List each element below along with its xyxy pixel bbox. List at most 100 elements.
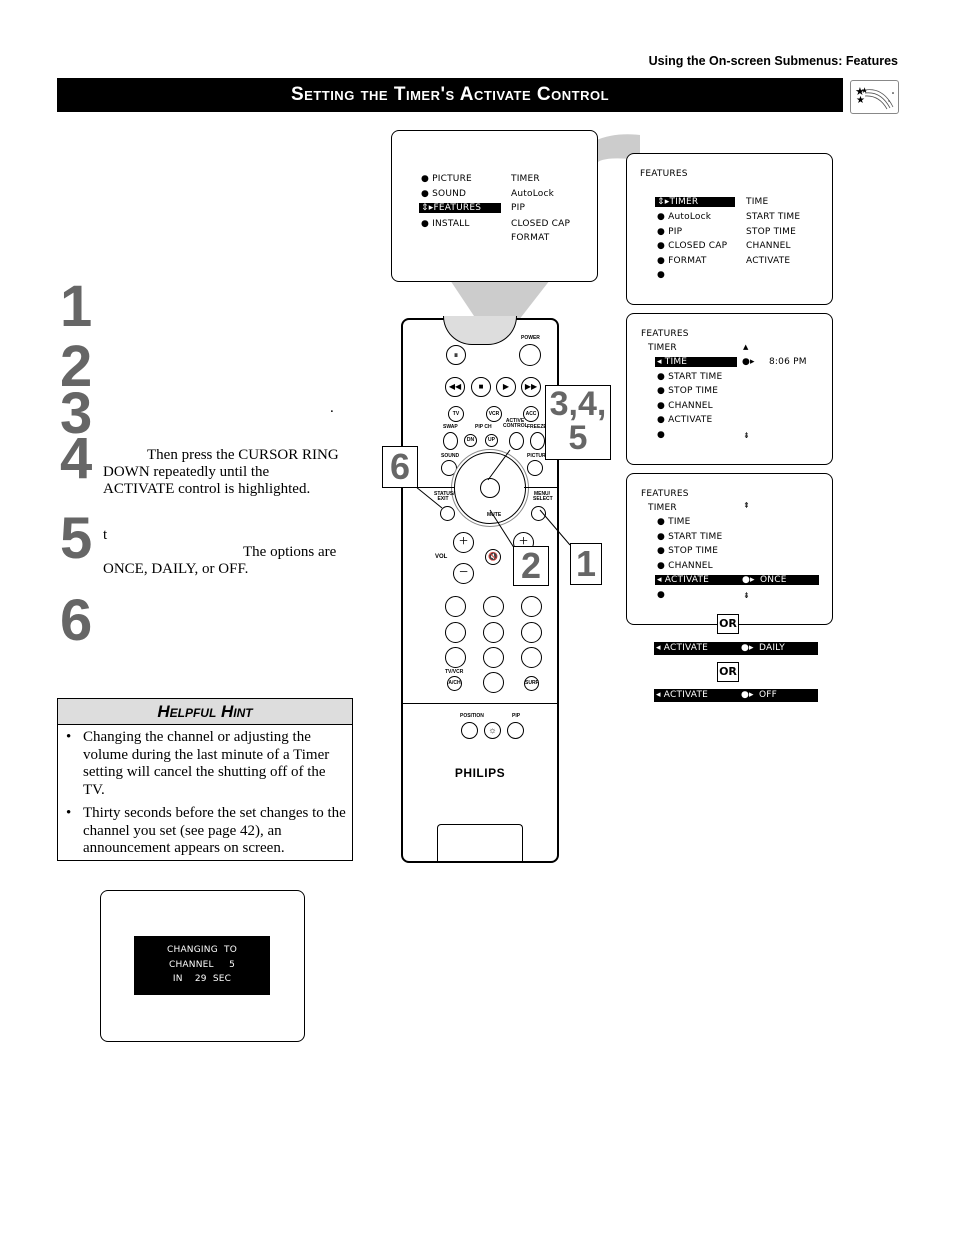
features-tv-screen: FEATURES ⇕▸TIMER ● AutoLock ● PIP ● CLOS…: [626, 153, 833, 305]
step-5-text-line2: The options are: [243, 544, 337, 560]
step-number-1: 1: [60, 274, 93, 339]
philips-logo: PHILIPS: [454, 766, 506, 780]
submenu-item: STOP TIME: [746, 227, 796, 237]
timer-tv-screen: FEATURES TIMER ▲ ◂ TIME ●▸ 8:06 PM ● STA…: [626, 313, 833, 465]
menu-item: ● STOP TIME: [657, 546, 719, 556]
menu-item: ● START TIME: [657, 532, 723, 542]
power-label: POWER: [521, 335, 540, 341]
step-5-text-line3: ONCE, DAILY, or OFF.: [103, 561, 249, 577]
screen-subtitle: TIMER: [648, 503, 677, 513]
step-number-6: 6: [60, 588, 93, 653]
menu-item: ● AutoLock: [657, 212, 712, 222]
activate-option-daily: ◂ ACTIVATE ●▸ DAILY: [654, 642, 818, 655]
down-arrow-icon: ⇟: [743, 591, 750, 600]
menu-item: ● PICTURE: [421, 174, 472, 184]
battery-cover: [437, 824, 523, 862]
step-3-text: .: [330, 400, 334, 416]
section-label: Using the On-screen Submenus: Features: [648, 54, 898, 68]
callout-step-1: 1: [570, 543, 602, 585]
menu-item: ● PIP: [657, 227, 683, 237]
position-button[interactable]: [461, 722, 478, 739]
menu-item: ● FORMAT: [657, 256, 707, 266]
announcement-line: IN 29 SEC: [172, 974, 232, 984]
menu-item: ● CHANNEL: [657, 401, 713, 411]
callout-step-6: 6: [382, 446, 418, 488]
up-arrow-icon: ⇞: [743, 501, 750, 510]
time-value: 8:06 PM: [769, 357, 807, 367]
up-arrow-icon: ▲: [743, 343, 749, 351]
menu-item-selected: ◂ ACTIVATE ●▸ ONCE: [655, 575, 819, 585]
submenu-item: PIP: [511, 203, 526, 213]
menu-item: ● START TIME: [657, 372, 723, 382]
announcement-tv-screen: CHANGING TO CHANNEL 5 IN 29 SEC: [100, 890, 305, 1042]
menu-item: ● TIME: [657, 517, 691, 527]
svg-text:★: ★: [856, 95, 865, 106]
position-label: POSITION: [460, 713, 484, 719]
menu-item-selected: ⇕▸TIMER: [655, 197, 735, 207]
adjust-arrows-icon: ●▸: [742, 357, 755, 367]
pointer-line: [539, 509, 571, 546]
a-ch-button[interactable]: A/CH: [447, 676, 462, 691]
pause-button[interactable]: ⏸: [446, 345, 466, 365]
screen-title: FEATURES: [641, 329, 689, 339]
callout-text: 5: [568, 419, 588, 457]
menu-item: ●: [657, 430, 666, 440]
activate-tv-screen: FEATURES TIMER ⇞ ● TIME ● START TIME ● S…: [626, 473, 833, 625]
screen-subtitle: TIMER: [648, 343, 677, 353]
number-button[interactable]: [521, 647, 542, 668]
step-5-text-line1: t: [103, 527, 108, 543]
surf-button[interactable]: SURF: [524, 676, 539, 691]
submenu-item: START TIME: [746, 212, 801, 222]
submenu-item: FORMAT: [511, 233, 550, 243]
activate-option-off: ◂ ACTIVATE ●▸ OFF: [654, 689, 818, 702]
menu-item: ● CHANNEL: [657, 561, 713, 571]
submenu-item: ACTIVATE: [746, 256, 791, 266]
hint-item-text: Thirty seconds before the set changes to…: [83, 805, 346, 856]
ir-window: [443, 316, 517, 345]
number-button[interactable]: [483, 647, 504, 668]
number-button[interactable]: [445, 647, 466, 668]
hint-title: Helpful Hint: [58, 699, 352, 725]
page-title: Setting the Timer's Activate Control: [57, 78, 843, 112]
menu-item: ● SOUND: [421, 189, 467, 199]
main-menu-tv-screen: ● PICTURE ● SOUND ⇕▸FEATURES ● INSTALL T…: [391, 130, 598, 282]
power-button[interactable]: [519, 344, 541, 366]
pointer-line: [487, 449, 511, 481]
hint-item: • Changing the channel or adjusting the …: [58, 729, 352, 799]
down-arrow-icon: ⇟: [743, 431, 750, 440]
step-4-text: Then press the CURSOR RING DOWN repeated…: [103, 447, 339, 497]
pip-label: PIP: [512, 713, 521, 719]
activate-value: ONCE: [760, 575, 787, 585]
menu-item-selected: ◂ TIME: [655, 357, 737, 367]
screen-title: FEATURES: [640, 169, 688, 179]
screen-title: FEATURES: [641, 489, 689, 499]
submenu-item: CLOSED CAP: [511, 219, 571, 229]
or-label: OR: [717, 662, 739, 682]
pip-button[interactable]: [507, 722, 524, 739]
step-number-5: 5: [60, 506, 93, 571]
number-button[interactable]: [445, 622, 466, 643]
submenu-item: CHANNEL: [746, 241, 791, 251]
submenu-item: TIME: [746, 197, 769, 207]
or-label: OR: [717, 614, 739, 634]
step-number-4: 4: [60, 426, 93, 491]
light-button[interactable]: ☼: [484, 722, 501, 739]
callout-step-2: 2: [513, 546, 549, 586]
submenu-item: AutoLock: [511, 189, 555, 199]
channel-change-announcement: CHANGING TO CHANNEL 5 IN 29 SEC: [134, 936, 270, 995]
announcement-line: CHANGING TO: [167, 945, 237, 955]
number-button[interactable]: [483, 672, 504, 693]
callout-text: 3,4,: [549, 385, 607, 423]
announcement-line: CHANNEL 5: [168, 959, 235, 970]
menu-item: ● STOP TIME: [657, 386, 719, 396]
bullet-icon: •: [66, 805, 72, 821]
bullet-icon: •: [66, 729, 72, 745]
number-button[interactable]: [521, 622, 542, 643]
shooting-stars-icon: ★ ★ ★: [850, 80, 899, 114]
menu-item: ●: [657, 270, 666, 280]
callout-steps-3-4-5: 3,4, 5: [545, 385, 611, 460]
menu-item: ● CLOSED CAP: [657, 241, 728, 251]
tv-vcr-label: TV/VCR: [445, 669, 464, 675]
submenu-item: TIMER: [511, 174, 540, 184]
number-button[interactable]: [483, 622, 504, 643]
